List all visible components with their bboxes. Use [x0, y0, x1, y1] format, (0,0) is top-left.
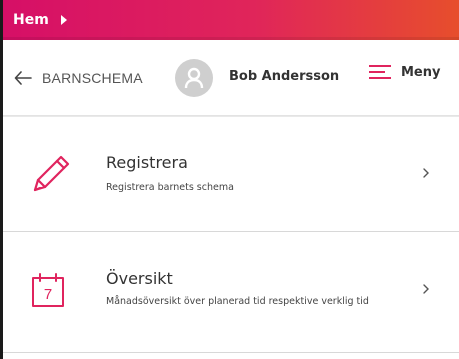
chevron-right-icon	[423, 168, 429, 178]
caret-right-icon	[60, 15, 67, 25]
avatar[interactable]	[175, 59, 213, 97]
top-navigation-bar: Hem	[3, 0, 459, 40]
item-title: Registrera	[106, 153, 188, 172]
page-title: BARNSCHEMA	[42, 69, 143, 86]
chevron-right-icon	[423, 284, 429, 294]
pencil-icon	[33, 155, 70, 192]
app-frame: Hem BARNSCHEMA Bob Andersson Meny Regist…	[0, 0, 459, 359]
menu-list: Registrera Registrera barnets schema 7 Ö…	[3, 116, 459, 353]
item-title: Översikt	[106, 269, 173, 288]
item-description: Månadsöversikt över planerad tid respekt…	[106, 296, 369, 307]
menu-label: Meny	[401, 64, 441, 80]
hamburger-icon	[369, 65, 391, 79]
page-header: BARNSCHEMA Bob Andersson Meny	[3, 40, 459, 116]
user-icon	[184, 67, 204, 89]
arrow-left-icon	[14, 70, 32, 85]
breadcrumb-label: Hem	[13, 12, 49, 28]
calendar-day: 7	[43, 286, 53, 303]
back-button[interactable]	[14, 70, 32, 85]
breadcrumb-home[interactable]: Hem	[13, 12, 67, 28]
list-item-registrera[interactable]: Registrera Registrera barnets schema	[3, 116, 459, 232]
list-item-oversikt[interactable]: 7 Översikt Månadsöversikt över planerad …	[3, 232, 459, 353]
item-description: Registrera barnets schema	[106, 182, 234, 193]
user-name[interactable]: Bob Andersson	[229, 69, 339, 84]
menu-button[interactable]: Meny	[369, 64, 440, 80]
